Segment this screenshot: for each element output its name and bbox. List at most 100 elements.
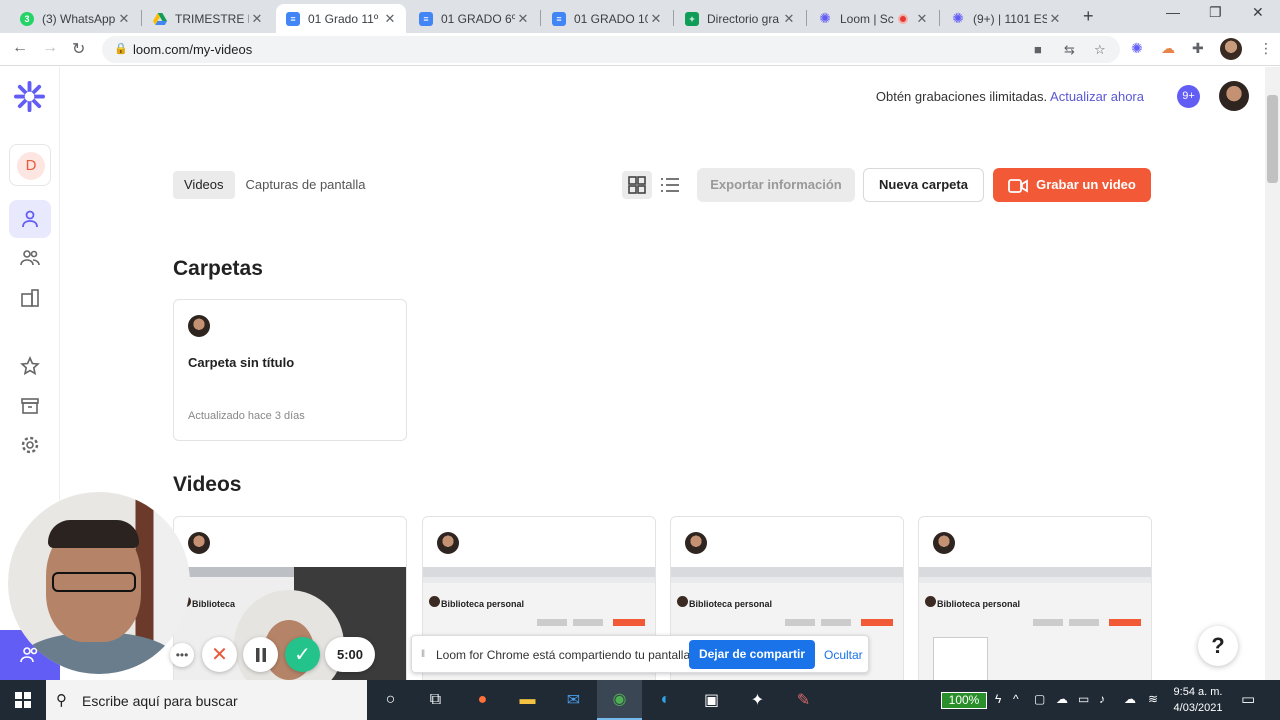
tab-loom-notifications[interactable]: ✺ (9+) | 1101 EST ✕	[941, 4, 1071, 33]
close-window-icon[interactable]: ✕	[1252, 4, 1264, 21]
cortana-icon[interactable]: ○	[368, 680, 413, 720]
app-icon[interactable]: ✦	[735, 680, 780, 720]
mail-icon[interactable]: ✉	[551, 680, 596, 720]
system-clock[interactable]: 9:54 a. m. 4/03/2021	[1168, 684, 1228, 716]
power-icon[interactable]: ϟ	[995, 692, 1001, 706]
more-menu-icon[interactable]: ⋮	[1259, 40, 1273, 57]
reload-icon[interactable]: ↻	[72, 39, 85, 59]
loom-extension-icon[interactable]: ✺	[1131, 40, 1143, 57]
workspace-switcher[interactable]: D	[9, 144, 51, 186]
onedrive-icon[interactable]: ☁	[1124, 692, 1136, 706]
maximize-icon[interactable]: ❐	[1209, 4, 1222, 21]
cloud-icon[interactable]: ☁	[1056, 692, 1068, 706]
tray-chevron-icon[interactable]: ^	[1013, 692, 1019, 706]
windows-start-button[interactable]	[0, 680, 46, 720]
tab-loom[interactable]: ✺ Loom | Sc ✕	[808, 4, 938, 33]
address-bar[interactable]: 🔒 loom.com/my-videos ■ ⇆ ☆	[102, 36, 1120, 63]
puzzle-icon[interactable]: ✚	[1192, 40, 1204, 57]
notifications-badge[interactable]: 9+	[1177, 85, 1200, 108]
forward-icon[interactable]: →	[42, 39, 58, 57]
user-avatar[interactable]	[1219, 81, 1249, 111]
new-tab-icon[interactable]: +	[1083, 6, 1094, 27]
new-folder-button[interactable]: Nueva carpeta	[863, 168, 984, 202]
owner-avatar	[188, 532, 210, 554]
notification-center-icon[interactable]: ▭	[1241, 690, 1255, 708]
stop-sharing-button[interactable]: Dejar de compartir	[689, 640, 815, 669]
extension-icon[interactable]: ☁	[1161, 40, 1175, 57]
tab-docs-grado-6[interactable]: ≡ 01 GRADO 6º ✕	[409, 4, 539, 33]
list-icon	[661, 178, 679, 192]
sidebar-item-my-library[interactable]	[9, 200, 51, 238]
clock-time: 9:54 a. m.	[1173, 686, 1223, 698]
tab-sheets-directorio[interactable]: + Directorio gra ✕	[675, 4, 805, 33]
url-text: loom.com/my-videos	[133, 42, 253, 57]
task-view-icon[interactable]: ⧉	[413, 680, 458, 720]
folders-heading: Carpetas	[173, 257, 263, 280]
close-icon[interactable]: ✕	[515, 11, 531, 27]
sidebar-item-workspace[interactable]	[9, 279, 51, 317]
sidebar-item-settings[interactable]	[9, 426, 51, 464]
sidebar-item-favorites[interactable]	[9, 347, 51, 385]
loom-logo-icon[interactable]	[14, 81, 45, 112]
tab-title: (9+) | 1101 EST	[973, 11, 1047, 26]
battery-icon[interactable]: ▭	[1078, 692, 1089, 706]
sidebar-item-team[interactable]	[9, 239, 51, 277]
close-icon[interactable]: ✕	[116, 11, 132, 27]
chrome-icon[interactable]: ◉	[597, 680, 642, 720]
pause-recording-button[interactable]	[243, 637, 278, 672]
tab-title: TRIMESTRE N	[175, 11, 249, 26]
list-view-button[interactable]	[655, 171, 685, 199]
minimize-icon[interactable]: —	[1166, 4, 1180, 20]
file-explorer-icon[interactable]: ▬	[505, 680, 550, 720]
record-video-button[interactable]: Grabar un video	[993, 168, 1151, 202]
firefox-icon[interactable]: ●	[460, 680, 505, 720]
video-thumbnail[interactable]: Biblioteca personal	[919, 567, 1151, 685]
help-button[interactable]: ?	[1198, 626, 1238, 666]
export-data-button[interactable]: Exportar información	[697, 168, 855, 202]
webcam-bubble[interactable]	[8, 492, 190, 674]
workspace-initial: D	[17, 152, 45, 180]
back-icon[interactable]: ←	[12, 39, 28, 57]
edge-icon[interactable]: ◐	[643, 680, 688, 720]
tab-screenshots[interactable]: Capturas de pantalla	[235, 171, 377, 199]
drag-handle-icon[interactable]: ‖	[421, 649, 425, 660]
store-icon[interactable]: ▣	[689, 680, 734, 720]
cancel-recording-button[interactable]: ✕	[202, 637, 237, 672]
upgrade-link[interactable]: Actualizar ahora	[1050, 89, 1144, 104]
tab-docs-grado-10[interactable]: ≡ 01 GRADO 10 ✕	[542, 4, 672, 33]
close-icon[interactable]: ✕	[382, 11, 398, 27]
close-icon[interactable]: ✕	[648, 11, 664, 27]
folder-card[interactable]: Carpeta sin título Actualizado hace 3 dí…	[173, 299, 407, 441]
volume-icon[interactable]: ♪	[1099, 692, 1105, 706]
close-icon[interactable]: ✕	[781, 11, 797, 27]
finish-recording-button[interactable]: ✓	[285, 637, 320, 672]
tab-drive[interactable]: TRIMESTRE N ✕	[143, 4, 273, 33]
taskbar-search-box[interactable]: ⚲ Escribe aquí para buscar	[46, 680, 367, 720]
profile-avatar[interactable]	[1220, 38, 1242, 60]
videos-heading: Videos	[173, 473, 242, 496]
close-icon[interactable]: ✕	[914, 11, 930, 27]
gear-icon	[21, 436, 39, 454]
paint-icon[interactable]: ✎	[781, 680, 826, 720]
bookmark-star-icon[interactable]: ☆	[1094, 42, 1106, 58]
close-icon[interactable]: ✕	[249, 11, 265, 27]
recording-timer: 5:00	[325, 637, 375, 672]
grid-view-button[interactable]	[622, 171, 652, 199]
scrollbar-thumb[interactable]	[1267, 95, 1278, 183]
tab-videos[interactable]: Videos	[173, 171, 235, 199]
browser-toolbar: ← → ↻ 🔒 loom.com/my-videos ■ ⇆ ☆	[0, 33, 1280, 66]
wifi-icon[interactable]: ≋	[1148, 692, 1158, 706]
device-icon[interactable]: ▢	[1034, 692, 1045, 706]
tab-docs-grado-11[interactable]: ≡ 01 Grado 11º ✕	[276, 4, 406, 33]
more-options-icon[interactable]: •••	[170, 643, 194, 667]
tab-whatsapp[interactable]: 3 (3) WhatsApp ✕	[10, 4, 140, 33]
translate-icon[interactable]: ⇆	[1064, 42, 1075, 58]
hide-button[interactable]: Ocultar	[824, 648, 863, 662]
camera-icon[interactable]: ■	[1034, 42, 1042, 57]
archive-icon	[21, 398, 39, 414]
sidebar-item-archive[interactable]	[9, 387, 51, 425]
thumbnail-title: Biblioteca personal	[937, 599, 1021, 609]
close-icon[interactable]: ✕	[1047, 11, 1063, 27]
video-card[interactable]: Biblioteca personal	[918, 516, 1152, 686]
google-docs-icon: ≡	[286, 11, 300, 26]
